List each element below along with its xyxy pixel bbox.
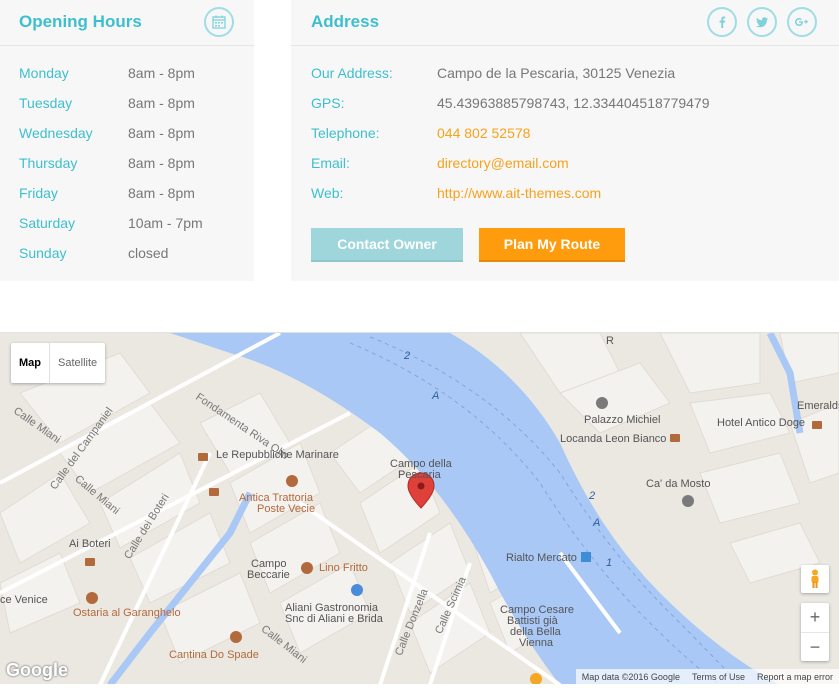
calendar-icon [204, 7, 234, 37]
map-type-control: Map Satellite [11, 343, 106, 383]
google-map[interactable]: Fondamenta Riva Olio Calle Miani Calle d… [0, 332, 839, 684]
map-label: Poste Vecie [257, 503, 316, 515]
map-label: Beccarie [247, 569, 290, 581]
email-label: Email: [311, 155, 350, 171]
hours-row: Wednesday 8am - 8pm [19, 123, 203, 153]
zoom-in-button[interactable]: + [801, 603, 829, 632]
address-label: Our Address: [311, 65, 393, 81]
hours-day: Friday [19, 185, 58, 201]
facebook-icon[interactable] [707, 7, 737, 37]
hours-time: closed [128, 245, 169, 261]
hours-row: Saturday 10am - 7pm [19, 213, 203, 243]
hours-row: Sunday closed [19, 243, 203, 273]
telephone-link[interactable]: 044 802 52578 [437, 123, 530, 153]
street-view-pegman-icon[interactable] [801, 565, 829, 593]
email-row: Email: directory@email.com [311, 153, 710, 183]
address-title: Address [311, 12, 380, 31]
zoom-out-button[interactable]: − [801, 632, 829, 661]
gps-row: GPS: 45.43963885798743, 12.3344045187794… [311, 93, 710, 123]
hours-time: 8am - 8pm [128, 155, 195, 171]
plan-my-route-button[interactable]: Plan My Route [479, 228, 625, 262]
map-label: 1 [606, 557, 613, 569]
hours-row: Monday 8am - 8pm [19, 63, 203, 93]
map-type-satellite-button[interactable]: Satellite [49, 343, 105, 383]
email-link[interactable]: directory@email.com [437, 153, 569, 183]
zoom-control: + − [801, 603, 829, 661]
hours-day: Thursday [19, 155, 78, 171]
opening-hours-title: Opening Hours [19, 12, 142, 31]
opening-hours-panel: Opening Hours Monday 8am - 8pm Tuesday 8… [0, 0, 254, 281]
opening-hours-header: Opening Hours [0, 0, 254, 46]
gps-label: GPS: [311, 95, 345, 111]
map-label: Vienna [519, 637, 554, 649]
telephone-label: Telephone: [311, 125, 380, 141]
map-data-text: Map data ©2016 Google [581, 672, 680, 682]
map-label: Ai Boteri [69, 538, 111, 550]
map-label: A [432, 390, 440, 402]
map-label: 2 [404, 350, 411, 362]
map-label: Snc di Aliani e Brida [285, 613, 383, 625]
hours-time: 8am - 8pm [128, 95, 195, 111]
twitter-icon[interactable] [747, 7, 777, 37]
map-canvas [0, 333, 839, 684]
terms-of-use-link[interactable]: Terms of Use [686, 669, 751, 684]
address-header: Address [291, 0, 839, 46]
map-label: Palazzo Michiel [584, 414, 661, 426]
google-plus-icon[interactable] [787, 7, 817, 37]
hours-day: Monday [19, 65, 69, 81]
map-label: Rialto Mercato [506, 552, 577, 564]
google-logo[interactable]: Google [6, 660, 68, 681]
map-label: R [606, 335, 614, 347]
web-link[interactable]: http://www.ait-themes.com [437, 183, 601, 213]
map-label: Le Repubbliche Marinare [216, 449, 339, 461]
hours-time: 8am - 8pm [128, 185, 195, 201]
telephone-row: Telephone: 044 802 52578 [311, 123, 710, 153]
map-label: Emeralds [797, 400, 839, 412]
map-label: ce Venice [0, 594, 48, 606]
contact-owner-button[interactable]: Contact Owner [311, 228, 463, 262]
hours-row: Tuesday 8am - 8pm [19, 93, 203, 123]
map-label: Locanda Leon Bianco [560, 433, 667, 445]
hours-row: Friday 8am - 8pm [19, 183, 203, 213]
address-value: Campo de la Pescaria, 30125 Venezia [437, 65, 676, 81]
map-label: Hotel Antico Doge [717, 417, 806, 429]
hours-time: 8am - 8pm [128, 125, 195, 141]
listing-page: Opening Hours Monday 8am - 8pm Tuesday 8… [0, 0, 839, 688]
hours-day: Saturday [19, 215, 76, 231]
map-type-map-button[interactable]: Map [11, 343, 49, 383]
hours-row: Thursday 8am - 8pm [19, 153, 203, 183]
map-label: Lino Fritto [319, 562, 368, 574]
gps-value: 45.43963885798743, 12.334404518779479 [437, 95, 710, 111]
hours-day: Sunday [19, 245, 67, 261]
map-label: Cantina Do Spade [169, 649, 259, 661]
hours-time: 10am - 7pm [128, 215, 203, 231]
web-label: Web: [311, 185, 344, 201]
map-label: Ca' da Mosto [646, 478, 711, 490]
report-map-error-link[interactable]: Report a map error [751, 669, 839, 684]
map-label: A [593, 517, 601, 529]
map-label: Ostaria al Garanghelo [73, 607, 181, 619]
hours-day: Tuesday [19, 95, 73, 111]
map-attribution: Map data ©2016 Google Terms of Use Repor… [575, 669, 839, 684]
map-label: 2 [589, 490, 596, 502]
hours-day: Wednesday [19, 125, 93, 141]
address-panel: Address Our Address: Campo de la Pescari… [291, 0, 839, 281]
opening-hours-list: Monday 8am - 8pm Tuesday 8am - 8pm Wedne… [19, 63, 203, 273]
address-details: Our Address: Campo de la Pescaria, 30125… [311, 63, 710, 213]
address-row: Our Address: Campo de la Pescaria, 30125… [311, 63, 710, 93]
hours-time: 8am - 8pm [128, 65, 195, 81]
map-label: Pescaria [398, 469, 441, 481]
web-row: Web: http://www.ait-themes.com [311, 183, 710, 213]
